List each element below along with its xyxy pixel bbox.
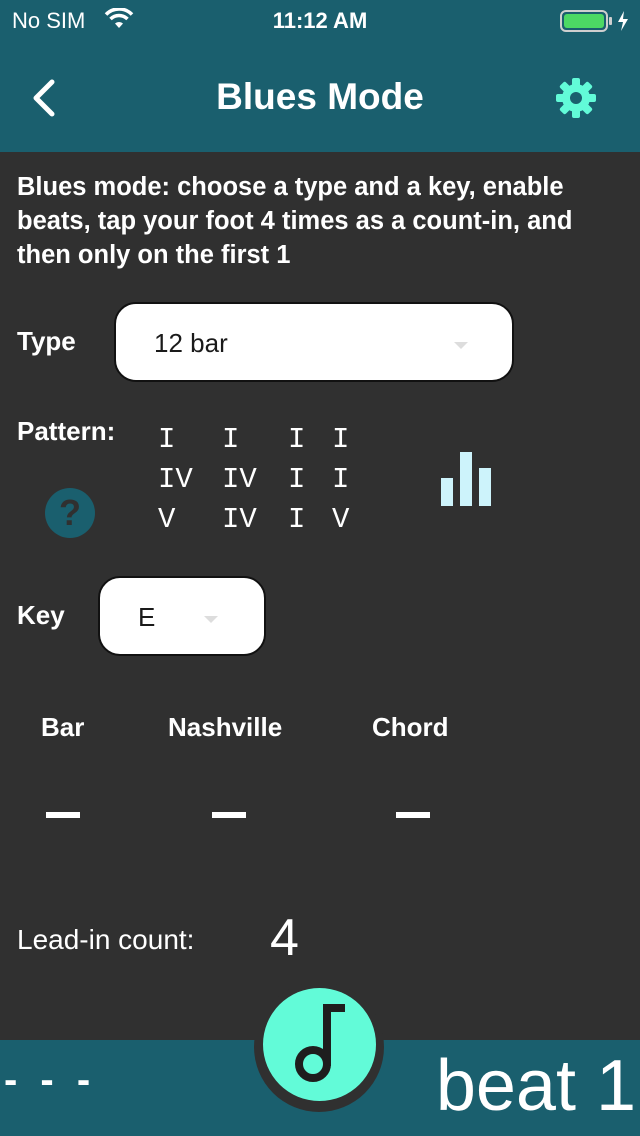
bar-value <box>46 812 80 818</box>
pattern-grid: I I I I IV IV I I V IV I V <box>158 420 378 540</box>
chevron-down-icon <box>454 342 468 349</box>
pattern-row: I I I I <box>158 420 378 460</box>
status-bar: No SIM 11:12 AM <box>0 0 640 40</box>
type-dropdown[interactable]: 12 bar <box>114 302 514 382</box>
battery-icon <box>560 9 634 38</box>
pattern-cell: IV <box>158 463 193 496</box>
pattern-cell: I <box>288 423 306 456</box>
nashville-value <box>212 812 246 818</box>
lead-in-count: 4 <box>270 909 299 967</box>
pattern-label: Pattern: <box>17 416 116 446</box>
lead-in-label: Lead-in count: <box>17 924 195 955</box>
key-dropdown-value: E <box>138 602 156 632</box>
help-icon[interactable]: ? <box>45 488 95 538</box>
mode-description: Blues mode: choose a type and a key, ena… <box>17 173 573 269</box>
chevron-down-icon <box>204 616 218 623</box>
charging-bolt-icon <box>618 11 628 31</box>
page-title: Blues Mode <box>216 76 424 117</box>
bar-chart-icon[interactable] <box>440 452 496 513</box>
pattern-cell: V <box>332 503 350 536</box>
pattern-cell: I <box>222 423 240 456</box>
beat-indicator: beat 1 <box>435 1046 636 1126</box>
type-label: Type <box>17 326 76 356</box>
pattern-cell: I <box>332 463 350 496</box>
key-dropdown[interactable]: E <box>98 576 266 656</box>
chord-column-label: Chord <box>372 712 449 742</box>
pattern-cell: IV <box>222 503 257 536</box>
music-note-icon <box>295 1004 345 1082</box>
key-label: Key <box>17 600 65 630</box>
pattern-cell: I <box>288 463 306 496</box>
nashville-column-label: Nashville <box>168 712 283 742</box>
gear-icon[interactable] <box>552 74 600 122</box>
bar-column-label: Bar <box>41 712 85 742</box>
play-beat-button[interactable] <box>263 988 376 1101</box>
pattern-cell: I <box>332 423 350 456</box>
clock: 11:12 AM <box>272 8 368 33</box>
beat-progress: - - - <box>4 1058 97 1102</box>
chord-value <box>396 812 430 818</box>
top-bar: No SIM 11:12 AM Blues Mode <box>0 0 640 152</box>
pattern-cell: I <box>158 423 176 456</box>
pattern-row: V IV I V <box>158 500 378 540</box>
pattern-cell: V <box>158 503 176 536</box>
pattern-cell: I <box>288 503 306 536</box>
pattern-cell: IV <box>222 463 257 496</box>
pattern-row: IV IV I I <box>158 460 378 500</box>
type-dropdown-value: 12 bar <box>154 328 228 358</box>
